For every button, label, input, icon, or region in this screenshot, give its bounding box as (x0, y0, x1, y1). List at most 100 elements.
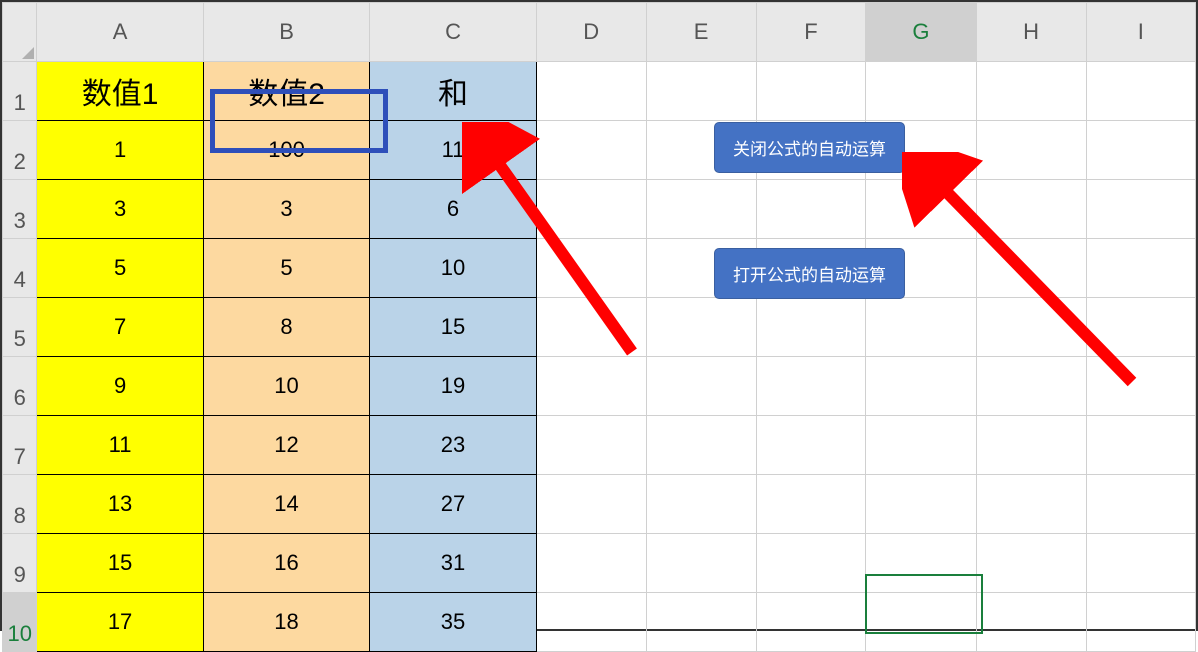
col-header-E[interactable]: E (646, 3, 756, 62)
cell-A5[interactable]: 7 (37, 298, 203, 357)
cell-G9[interactable] (866, 534, 976, 593)
callout-disable-auto-calc[interactable]: 关闭公式的自动运算 (714, 122, 905, 173)
cell-I6[interactable] (1086, 357, 1195, 416)
cell-F1[interactable] (756, 62, 866, 121)
cell-B6[interactable]: 10 (203, 357, 370, 416)
col-header-H[interactable]: H (976, 3, 1086, 62)
cell-C1[interactable]: 和 (370, 62, 536, 121)
cell-A4[interactable]: 5 (37, 239, 203, 298)
col-header-C[interactable]: C (370, 3, 536, 62)
cell-B5[interactable]: 8 (203, 298, 370, 357)
cell-G5[interactable] (866, 298, 976, 357)
row-header-10[interactable]: 10 (3, 593, 37, 652)
cell-G6[interactable] (866, 357, 976, 416)
row-header-5[interactable]: 5 (3, 298, 37, 357)
spreadsheet-grid[interactable]: A B C D E F G H I 1 数值1 数值2 和 2 1 100 11… (2, 2, 1196, 652)
cell-D1[interactable] (536, 62, 646, 121)
cell-D7[interactable] (536, 416, 646, 475)
cell-E3[interactable] (646, 180, 756, 239)
row-header-3[interactable]: 3 (3, 180, 37, 239)
cell-A8[interactable]: 13 (37, 475, 203, 534)
cell-G8[interactable] (866, 475, 976, 534)
cell-C4[interactable]: 10 (370, 239, 536, 298)
cell-E9[interactable] (646, 534, 756, 593)
cell-A3[interactable]: 3 (37, 180, 203, 239)
row-header-7[interactable]: 7 (3, 416, 37, 475)
cell-H2[interactable] (976, 121, 1086, 180)
cell-I9[interactable] (1086, 534, 1195, 593)
cell-C8[interactable]: 27 (370, 475, 536, 534)
row-header-9[interactable]: 9 (3, 534, 37, 593)
cell-D10[interactable] (536, 593, 646, 652)
cell-I7[interactable] (1086, 416, 1195, 475)
row-header-2[interactable]: 2 (3, 121, 37, 180)
row-header-6[interactable]: 6 (3, 357, 37, 416)
col-header-I[interactable]: I (1086, 3, 1195, 62)
cell-F6[interactable] (756, 357, 866, 416)
cell-D2[interactable] (536, 121, 646, 180)
cell-B7[interactable]: 12 (203, 416, 370, 475)
cell-I4[interactable] (1086, 239, 1195, 298)
cell-H3[interactable] (976, 180, 1086, 239)
cell-A2[interactable]: 1 (37, 121, 203, 180)
cell-A9[interactable]: 15 (37, 534, 203, 593)
cell-D3[interactable] (536, 180, 646, 239)
cell-A6[interactable]: 9 (37, 357, 203, 416)
cell-C5[interactable]: 15 (370, 298, 536, 357)
cell-D5[interactable] (536, 298, 646, 357)
cell-B9[interactable]: 16 (203, 534, 370, 593)
cell-I3[interactable] (1086, 180, 1195, 239)
cell-B10[interactable]: 18 (203, 593, 370, 652)
col-header-B[interactable]: B (203, 3, 370, 62)
cell-E10[interactable] (646, 593, 756, 652)
cell-D4[interactable] (536, 239, 646, 298)
cell-C6[interactable]: 19 (370, 357, 536, 416)
cell-F10[interactable] (756, 593, 866, 652)
row-header-4[interactable]: 4 (3, 239, 37, 298)
cell-G7[interactable] (866, 416, 976, 475)
callout-enable-auto-calc[interactable]: 打开公式的自动运算 (714, 248, 905, 299)
cell-F9[interactable] (756, 534, 866, 593)
cell-B1[interactable]: 数值2 (203, 62, 370, 121)
cell-A10[interactable]: 17 (37, 593, 203, 652)
cell-F5[interactable] (756, 298, 866, 357)
cell-E8[interactable] (646, 475, 756, 534)
cell-E5[interactable] (646, 298, 756, 357)
cell-I2[interactable] (1086, 121, 1195, 180)
cell-E1[interactable] (646, 62, 756, 121)
cell-G1[interactable] (866, 62, 976, 121)
cell-A7[interactable]: 11 (37, 416, 203, 475)
col-header-A[interactable]: A (37, 3, 203, 62)
cell-I1[interactable] (1086, 62, 1195, 121)
cell-H1[interactable] (976, 62, 1086, 121)
cell-B2[interactable]: 100 (203, 121, 370, 180)
cell-C3[interactable]: 6 (370, 180, 536, 239)
row-header-1[interactable]: 1 (3, 62, 37, 121)
cell-C9[interactable]: 31 (370, 534, 536, 593)
cell-H4[interactable] (976, 239, 1086, 298)
row-header-8[interactable]: 8 (3, 475, 37, 534)
cell-C2[interactable]: 11 (370, 121, 536, 180)
cell-I8[interactable] (1086, 475, 1195, 534)
cell-F3[interactable] (756, 180, 866, 239)
cell-F8[interactable] (756, 475, 866, 534)
cell-H6[interactable] (976, 357, 1086, 416)
cell-C7[interactable]: 23 (370, 416, 536, 475)
cell-H7[interactable] (976, 416, 1086, 475)
select-all-corner[interactable] (3, 3, 37, 62)
cell-C10[interactable]: 35 (370, 593, 536, 652)
col-header-F[interactable]: F (756, 3, 866, 62)
cell-D6[interactable] (536, 357, 646, 416)
cell-D9[interactable] (536, 534, 646, 593)
cell-G10[interactable] (866, 593, 976, 652)
cell-E7[interactable] (646, 416, 756, 475)
cell-H9[interactable] (976, 534, 1086, 593)
cell-I5[interactable] (1086, 298, 1195, 357)
cell-H10[interactable] (976, 593, 1086, 652)
cell-B4[interactable]: 5 (203, 239, 370, 298)
cell-H8[interactable] (976, 475, 1086, 534)
cell-A1[interactable]: 数值1 (37, 62, 203, 121)
cell-B8[interactable]: 14 (203, 475, 370, 534)
cell-H5[interactable] (976, 298, 1086, 357)
cell-G3[interactable] (866, 180, 976, 239)
